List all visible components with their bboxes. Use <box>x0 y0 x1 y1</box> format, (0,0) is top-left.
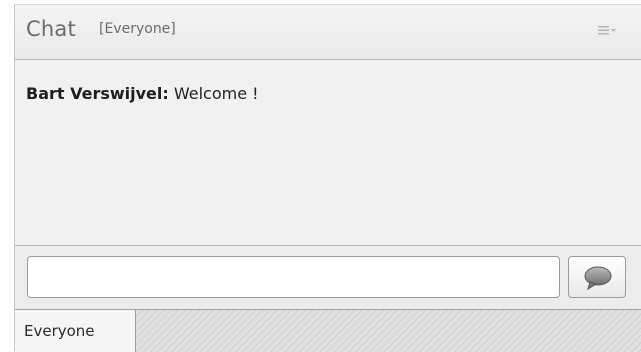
chat-tab-bar: Everyone <box>15 310 641 352</box>
message-list: Bart Verswijvel: Welcome ! <box>15 60 641 246</box>
chat-header: Chat [Everyone] <box>15 5 641 60</box>
chat-message: Bart Verswijvel: Welcome ! <box>26 84 259 103</box>
message-composer <box>15 246 641 310</box>
chat-title: Chat <box>26 17 76 41</box>
chat-pod: Chat [Everyone] Bart Verswijvel: Welcome… <box>14 4 641 352</box>
message-sender: Bart Verswijvel: <box>26 84 169 103</box>
tab-everyone[interactable]: Everyone <box>15 310 136 352</box>
chat-message-input[interactable] <box>27 256 560 298</box>
options-menu-button[interactable] <box>597 21 619 39</box>
speech-bubble-icon <box>584 266 612 291</box>
chat-scope-label: [Everyone] <box>99 21 176 37</box>
options-menu-icon <box>598 26 616 35</box>
send-message-button[interactable] <box>568 256 626 298</box>
message-text: Welcome ! <box>168 84 259 103</box>
